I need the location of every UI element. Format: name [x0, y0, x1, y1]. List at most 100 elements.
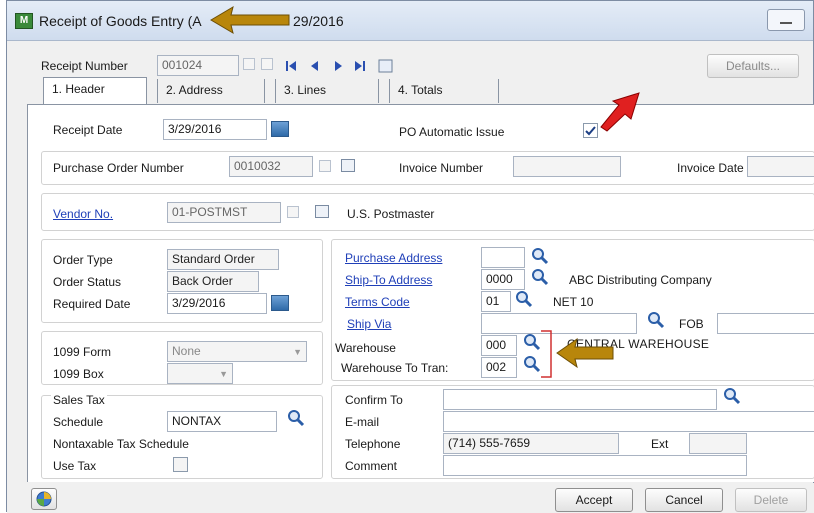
delete-button[interactable]: Delete [735, 488, 807, 512]
tab-header[interactable]: 1. Header [43, 77, 147, 105]
confirm-to-label: Confirm To [345, 393, 403, 407]
warehouse-to-transfer-label: Warehouse To Tran: [341, 361, 449, 375]
warehouse-field[interactable]: 000 [481, 335, 517, 356]
vendor-no-field[interactable]: 01-POSTMST [167, 202, 281, 223]
receipt-date-field[interactable]: 3/29/2016 [163, 119, 267, 140]
box-1099-label: 1099 Box [53, 367, 104, 381]
vendor-name: U.S. Postmaster [347, 207, 435, 221]
comment-label: Comment [345, 459, 398, 473]
vendor-calendar-icon[interactable] [315, 205, 329, 218]
terms-code-field[interactable]: 01 [481, 291, 511, 312]
sales-tax-label: Sales Tax [51, 393, 107, 408]
help-button[interactable] [31, 488, 57, 510]
order-status-field: Back Order [167, 271, 259, 292]
tab-lines[interactable]: 3. Lines [275, 79, 379, 103]
terms-code-link[interactable]: Terms Code [345, 295, 410, 310]
ship-via-link[interactable]: Ship Via [347, 317, 391, 332]
chevron-down-icon: ▼ [219, 369, 228, 379]
invoice-date-label: Invoice Date [677, 161, 744, 175]
title-annotation-arrow [210, 5, 290, 35]
order-type-label: Order Type [53, 253, 113, 267]
vendor-lookup-button[interactable] [287, 206, 299, 218]
terms-code-lookup-icon[interactable] [515, 290, 533, 308]
schedule-lookup-icon[interactable] [287, 409, 305, 427]
orb-icon [36, 491, 52, 507]
required-date-field[interactable]: 3/29/2016 [167, 293, 267, 314]
record-nav-icons [286, 59, 393, 73]
title-bar: M Receipt of Goods Entry (A 29/2016 [7, 1, 813, 41]
receipt-date-calendar-icon[interactable] [271, 121, 289, 137]
previous-record-icon [311, 61, 318, 71]
ship-to-address-field[interactable]: 0000 [481, 269, 525, 290]
po-calendar-icon[interactable] [341, 159, 355, 172]
invoice-number-label: Invoice Number [399, 161, 484, 175]
form-1099-label: 1099 Form [53, 345, 112, 359]
required-date-calendar-icon[interactable] [271, 295, 289, 311]
receipt-number-field[interactable]: 001024 [157, 55, 239, 76]
receipt-date-label: Receipt Date [53, 123, 123, 137]
email-field[interactable] [443, 411, 814, 432]
receipt-number-label: Receipt Number [41, 59, 128, 73]
calendar-icon [378, 59, 393, 73]
invoice-date-field[interactable] [747, 156, 814, 177]
box-1099-select[interactable]: ▼ [167, 363, 233, 384]
ship-to-name: ABC Distributing Company [569, 273, 712, 287]
ext-field[interactable] [689, 433, 747, 454]
receipt-new-button[interactable] [261, 58, 273, 70]
warehouse-label: Warehouse [335, 341, 396, 355]
app-logo-icon: M [15, 13, 33, 29]
purchase-address-field[interactable] [481, 247, 525, 268]
required-date-label: Required Date [53, 297, 131, 311]
vendor-no-link[interactable]: Vendor No. [53, 207, 113, 222]
last-record-icon [355, 61, 362, 71]
comment-field[interactable] [443, 455, 747, 476]
form-1099-value: None [172, 344, 201, 358]
fob-field[interactable] [717, 313, 814, 334]
email-label: E-mail [345, 415, 380, 429]
telephone-field[interactable]: (714) 555-7659 [443, 433, 619, 454]
po-automatic-issue-label: PO Automatic Issue [399, 125, 505, 139]
ship-to-lookup-icon[interactable] [531, 268, 549, 286]
window-title-date: 29/2016 [293, 13, 344, 29]
confirm-to-field[interactable] [443, 389, 717, 410]
red-annotation-arrow [600, 92, 640, 132]
schedule-field[interactable]: NONTAX [167, 411, 277, 432]
fob-label: FOB [679, 317, 704, 331]
next-record-icon [335, 61, 342, 71]
schedule-label: Schedule [53, 415, 104, 429]
confirm-to-lookup-icon[interactable] [723, 387, 741, 405]
purchase-address-link[interactable]: Purchase Address [345, 251, 442, 266]
defaults-button[interactable]: Defaults... [707, 54, 799, 78]
po-automatic-issue-checkbox[interactable] [583, 123, 598, 138]
use-tax-label: Use Tax [53, 459, 97, 473]
invoice-number-field[interactable] [513, 156, 621, 177]
ship-to-address-link[interactable]: Ship-To Address [345, 273, 432, 288]
minimize-icon [780, 22, 792, 24]
tab-address[interactable]: 2. Address [157, 79, 265, 103]
warehouse-to-transfer-field[interactable]: 002 [481, 357, 517, 378]
po-number-field[interactable]: 0010032 [229, 156, 313, 177]
order-status-label: Order Status [53, 275, 122, 289]
receipt-lookup-button[interactable] [243, 58, 255, 70]
ext-label: Ext [651, 437, 669, 451]
ship-via-lookup-icon[interactable] [647, 311, 665, 329]
terms-description: NET 10 [553, 295, 594, 309]
first-record-icon [286, 61, 288, 71]
purchase-address-lookup-icon[interactable] [531, 247, 549, 265]
form-1099-select[interactable]: None ▼ [167, 341, 307, 362]
tab-totals[interactable]: 4. Totals [389, 79, 499, 103]
window-title: Receipt of Goods Entry (A [39, 13, 202, 29]
minimize-button[interactable] [767, 9, 805, 31]
telephone-label: Telephone [345, 437, 401, 451]
po-lookup-button[interactable] [319, 160, 331, 172]
use-tax-checkbox[interactable] [173, 457, 188, 472]
po-number-label: Purchase Order Number [53, 161, 184, 175]
cancel-button[interactable]: Cancel [645, 488, 723, 512]
checkmark-icon [585, 126, 596, 136]
chevron-down-icon: ▼ [293, 347, 302, 357]
nontaxable-schedule-label: Nontaxable Tax Schedule [53, 437, 189, 451]
receipt-of-goods-window: M Receipt of Goods Entry (A 29/2016 Rece… [6, 0, 814, 513]
order-type-field: Standard Order [167, 249, 279, 270]
accept-button[interactable]: Accept [555, 488, 633, 512]
warehouse-annotation [541, 330, 614, 378]
